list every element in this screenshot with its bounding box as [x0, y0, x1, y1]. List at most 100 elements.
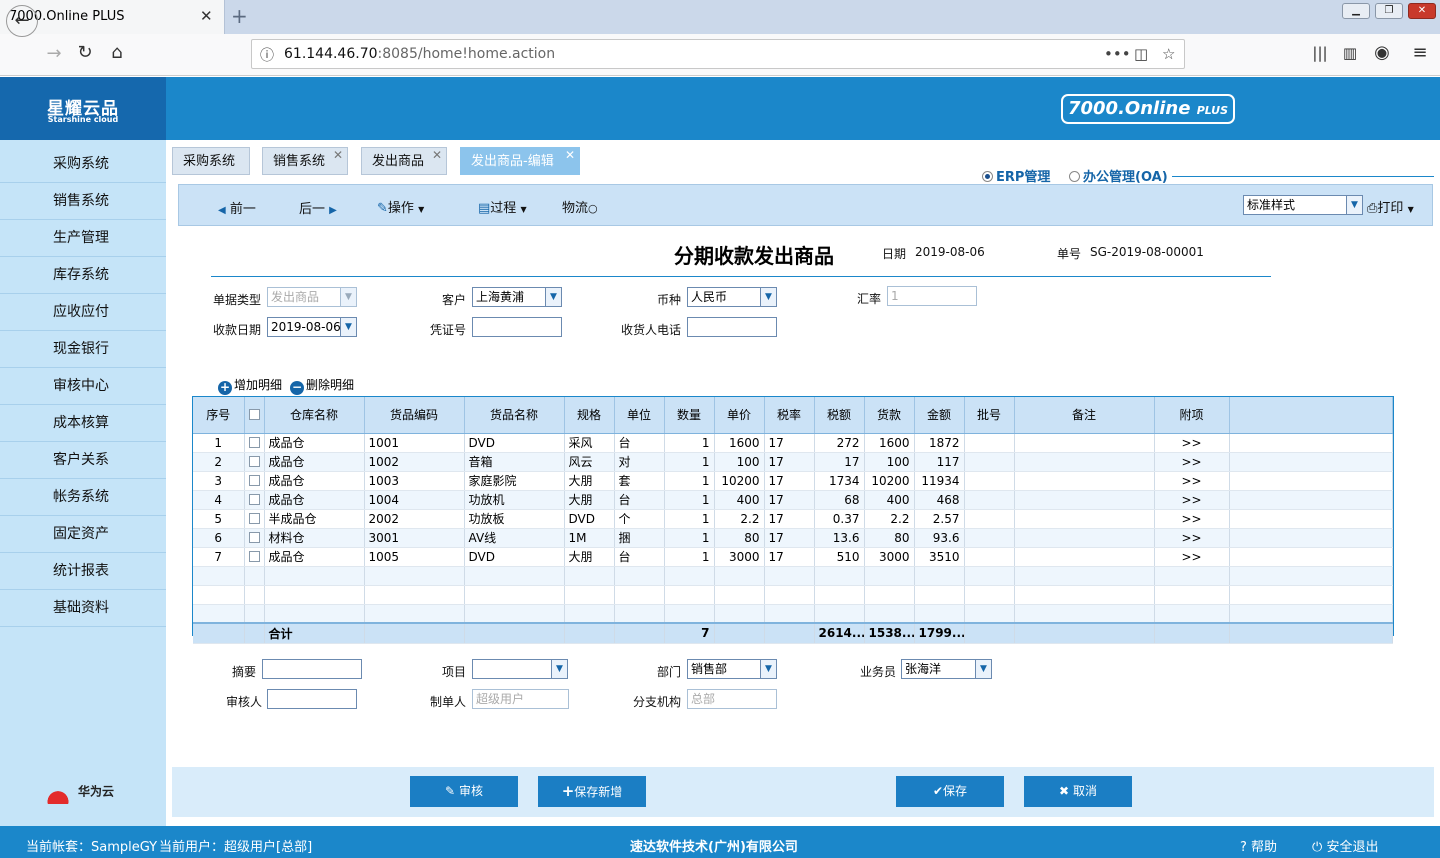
cell[interactable]: 大朋 — [564, 471, 615, 491]
cell[interactable] — [764, 604, 815, 624]
cell[interactable] — [814, 566, 865, 586]
cell[interactable]: 3000 — [714, 547, 765, 567]
cell[interactable] — [614, 604, 665, 624]
checkbox-icon[interactable] — [248, 436, 260, 448]
oa-mode-radio[interactable]: 办公管理(OA) — [1065, 166, 1172, 185]
col-header[interactable]: 序号 — [193, 397, 245, 434]
cell[interactable] — [964, 490, 1015, 510]
cell[interactable]: 成品仓 — [264, 547, 365, 567]
cell[interactable] — [1014, 452, 1155, 472]
branch-field[interactable]: 总部 — [687, 689, 777, 709]
cell[interactable] — [1154, 585, 1230, 605]
cell[interactable]: 捆 — [614, 528, 665, 548]
cell[interactable]: 1002 — [364, 452, 465, 472]
cell[interactable] — [614, 566, 665, 586]
table-row[interactable]: 7 成品仓 1005 DVD 大朋台 1 3000 17 510 3000 3510 >> — [193, 547, 1393, 567]
add-detail-button[interactable]: + 增加明细 — [218, 376, 282, 395]
sidebar-item-basic-data[interactable]: 基础资料 — [0, 590, 166, 627]
cell[interactable] — [714, 585, 765, 605]
cell-select[interactable] — [244, 547, 265, 567]
cell[interactable] — [964, 509, 1015, 529]
cell[interactable]: 台 — [614, 490, 665, 510]
col-header[interactable]: 附项 — [1154, 397, 1230, 434]
cell[interactable] — [564, 566, 615, 586]
cell[interactable] — [1229, 585, 1393, 605]
cell[interactable] — [1014, 490, 1155, 510]
bookmark-star-icon[interactable]: ☆ — [1162, 45, 1175, 63]
cell[interactable]: 13.6 — [814, 528, 865, 548]
dept-select[interactable]: 销售部 ▼ — [687, 659, 777, 679]
close-tab-icon[interactable]: ✕ — [565, 142, 575, 169]
table-row-empty[interactable] — [193, 585, 1393, 605]
cell[interactable]: 对 — [614, 452, 665, 472]
cell[interactable] — [1014, 528, 1155, 548]
erp-mode-radio[interactable]: ERP管理 — [978, 166, 1055, 185]
col-header[interactable]: 货品名称 — [464, 397, 565, 434]
sidebar-item-reports[interactable]: 统计报表 — [0, 553, 166, 590]
close-tab-icon[interactable]: ✕ — [432, 142, 442, 169]
cell[interactable]: 80 — [864, 528, 915, 548]
close-window-icon[interactable]: ✕ — [1408, 3, 1436, 19]
cell-more[interactable]: >> — [1154, 547, 1230, 567]
cell[interactable]: 1872 — [914, 433, 965, 453]
cell[interactable] — [1014, 547, 1155, 567]
checkbox-icon[interactable] — [248, 493, 260, 505]
cell[interactable]: 成品仓 — [264, 471, 365, 491]
cell[interactable]: 17 — [764, 547, 815, 567]
cell[interactable]: 1M — [564, 528, 615, 548]
cell[interactable]: 272 — [814, 433, 865, 453]
cell[interactable] — [864, 566, 915, 586]
cell-more[interactable]: >> — [1154, 490, 1230, 510]
tab-shipped-goods[interactable]: 发出商品 ✕ — [361, 147, 447, 175]
cell[interactable] — [964, 547, 1015, 567]
sidebar-item-accounts[interactable]: 帐务系统 — [0, 479, 166, 516]
help-link[interactable]: ? 帮助 — [1240, 836, 1277, 855]
cell[interactable]: 17 — [814, 452, 865, 472]
cell[interactable] — [664, 585, 715, 605]
cell-more[interactable]: >> — [1154, 509, 1230, 529]
cell[interactable] — [864, 604, 915, 624]
tab-purchase[interactable]: 采购系统 — [172, 147, 250, 175]
cell[interactable]: 1 — [664, 509, 715, 529]
account-icon[interactable]: ◉ — [1369, 40, 1395, 66]
print-button[interactable]: ⎙打印 ▼ — [1367, 197, 1414, 216]
cell[interactable]: 17 — [764, 490, 815, 510]
cell[interactable]: 1004 — [364, 490, 465, 510]
close-tab-icon[interactable]: ✕ — [333, 142, 343, 169]
process-button[interactable]: ▤过程 ▼ — [478, 197, 527, 216]
cell[interactable] — [264, 604, 365, 624]
cell[interactable]: 68 — [814, 490, 865, 510]
customer-select[interactable]: 上海黄浦 ▼ — [472, 287, 562, 307]
restore-icon[interactable]: ❐ — [1375, 3, 1403, 19]
table-row-empty[interactable] — [193, 566, 1393, 586]
cell[interactable]: 17 — [764, 509, 815, 529]
col-header[interactable]: 单价 — [714, 397, 765, 434]
delete-detail-button[interactable]: − 删除明细 — [290, 376, 354, 395]
rate-field[interactable]: 1 — [887, 286, 977, 306]
col-header[interactable]: 货品编码 — [364, 397, 465, 434]
close-tab-icon[interactable]: ✕ — [200, 7, 213, 25]
maker-field[interactable]: 超级用户 — [472, 689, 569, 709]
cell[interactable]: 成品仓 — [264, 433, 365, 453]
cell[interactable] — [464, 566, 565, 586]
doc-type-select[interactable]: 发出商品 ▼ — [267, 287, 357, 307]
cell[interactable]: 1003 — [364, 471, 465, 491]
col-header[interactable]: 规格 — [564, 397, 615, 434]
cell[interactable] — [264, 566, 365, 586]
cell[interactable]: 1 — [664, 433, 715, 453]
table-row[interactable]: 3 成品仓 1003 家庭影院 大朋套 1 10200 17 1734 10200 11934 >> — [193, 471, 1393, 491]
minimize-icon[interactable]: ▁ — [1342, 3, 1370, 19]
checkbox-icon[interactable] — [248, 531, 260, 543]
cell[interactable]: 80 — [714, 528, 765, 548]
cell[interactable] — [1154, 566, 1230, 586]
table-row[interactable]: 2 成品仓 1002 音箱 风云对 1 100 17 17 100 117 >> — [193, 452, 1393, 472]
cell[interactable]: 400 — [864, 490, 915, 510]
project-select[interactable]: ▼ — [472, 659, 568, 679]
cell[interactable] — [614, 585, 665, 605]
next-button[interactable]: 后一 ▶ — [299, 198, 337, 217]
table-row[interactable]: 1 成品仓 1001 DVD 采风台 1 1600 17 272 1600 1872 >> — [193, 433, 1393, 453]
cell[interactable]: 1 — [664, 471, 715, 491]
home-icon[interactable]: ⌂ — [104, 40, 130, 66]
reload-icon[interactable]: ↻ — [72, 40, 98, 66]
save-button[interactable]: ✔保存 — [896, 776, 1004, 807]
